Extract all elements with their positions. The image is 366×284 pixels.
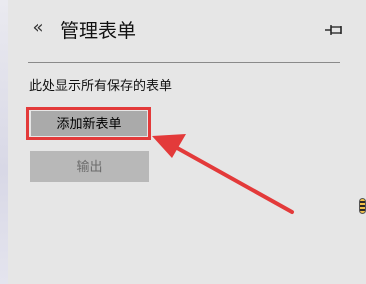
pin-icon[interactable] — [324, 22, 344, 38]
scrollbar-thumb[interactable] — [359, 198, 366, 214]
panel-title: 管理表单 — [60, 20, 137, 42]
export-button: 输出 — [30, 151, 149, 182]
divider — [28, 62, 340, 63]
add-new-form-button[interactable]: 添加新表单 — [31, 111, 147, 136]
description-text: 此处显示所有保存的表单 — [29, 79, 173, 94]
back-icon[interactable]: « — [28, 18, 48, 38]
window-edge — [0, 0, 8, 284]
manage-forms-panel: « 管理表单 此处显示所有保存的表单 添加新表单 输出 — [8, 0, 366, 284]
